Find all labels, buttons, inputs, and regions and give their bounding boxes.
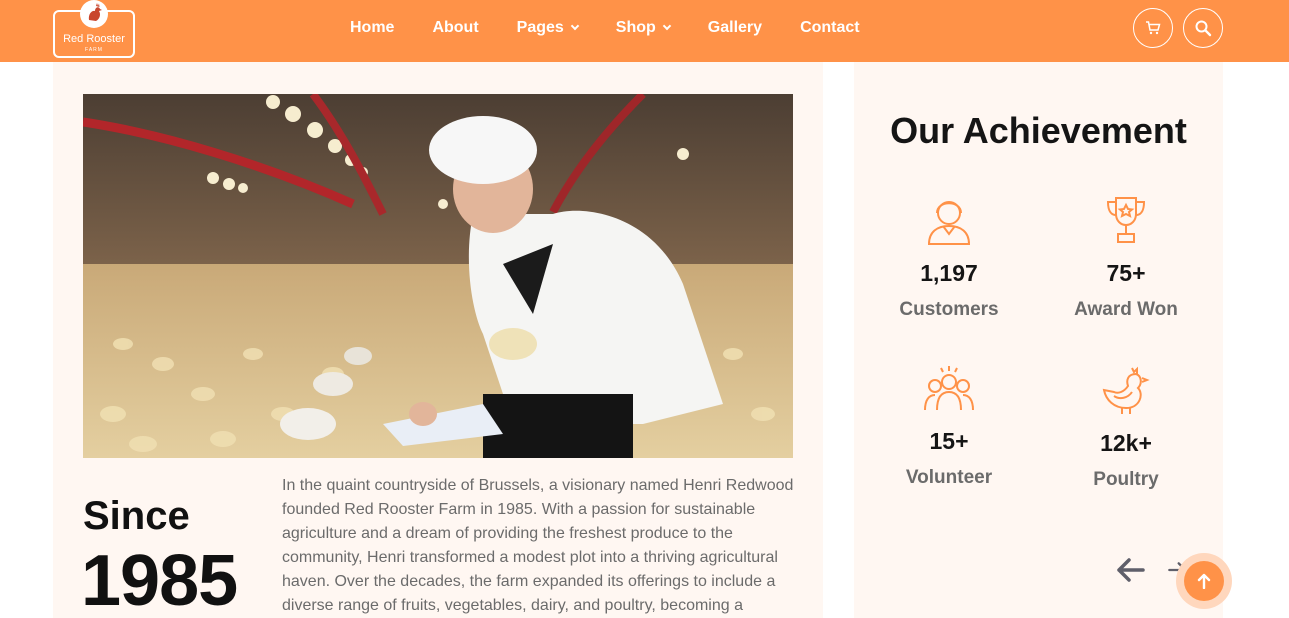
volunteer-icon — [924, 366, 974, 411]
nav-home-label: Home — [350, 19, 395, 36]
stat-volunteers: 15+ Volunteer — [864, 362, 1034, 489]
logo-text: Red Rooster — [63, 33, 125, 45]
chevron-down-icon — [662, 21, 672, 31]
achievements-title: Our Achievement — [890, 110, 1187, 151]
chevron-down-icon — [570, 21, 580, 31]
brand-logo[interactable]: Red Rooster FARM — [53, 0, 135, 58]
scroll-to-top-inner — [1184, 561, 1224, 601]
nav-shop[interactable]: Shop — [615, 19, 672, 37]
stat-volunteers-value: 15+ — [929, 428, 969, 454]
nav-about[interactable]: About — [432, 19, 478, 37]
stat-customers-label: Customers — [899, 299, 999, 320]
site-header: Red Rooster FARM Home About Pages Shop G… — [0, 0, 1289, 62]
carousel-prev-button[interactable] — [1112, 552, 1148, 588]
scroll-to-top-button[interactable] — [1176, 553, 1232, 609]
stat-customers-value: 1,197 — [920, 260, 978, 286]
farm-story-text: In the quaint countryside of Brussels, a… — [282, 477, 794, 614]
nav-gallery-label: Gallery — [707, 19, 763, 36]
arrow-up-icon — [1197, 573, 1211, 589]
nav-contact-label: Contact — [800, 19, 860, 36]
stat-poultry: 12k+ Poultry — [1041, 364, 1211, 491]
cart-icon — [1146, 21, 1161, 35]
nav-pages[interactable]: Pages — [516, 19, 580, 37]
nav-pages-label: Pages — [516, 19, 564, 36]
farmer-photo — [83, 94, 793, 458]
customer-icon — [927, 201, 971, 245]
rooster-icon — [80, 0, 108, 28]
stat-customers: 1,197 Customers — [864, 194, 1034, 321]
nav-contact[interactable]: Contact — [800, 19, 860, 37]
stat-volunteers-label: Volunteer — [905, 467, 993, 488]
nav-shop-label: Shop — [615, 19, 656, 36]
achievements-panel: Our Achievement 1,197 Customers 75+ Awar… — [854, 62, 1223, 618]
search-button[interactable] — [1183, 8, 1223, 48]
nav-gallery[interactable]: Gallery — [708, 19, 762, 37]
cart-button[interactable] — [1133, 8, 1173, 48]
hen-icon — [1102, 366, 1150, 414]
search-icon — [1195, 20, 1212, 37]
stat-poultry-label: Poultry — [1093, 469, 1159, 490]
main-nav: Home About Pages Shop Gallery Contact — [350, 0, 898, 56]
nav-about-label: About — [432, 19, 479, 36]
stat-poultry-value: 12k+ — [1100, 430, 1152, 456]
about-section: Since 1985 In the quaint countryside of … — [53, 62, 823, 618]
stat-awards-label: Award Won — [1074, 299, 1178, 320]
stat-awards: 75+ Award Won — [1041, 194, 1211, 321]
logo-subtext: FARM — [85, 47, 103, 53]
stat-awards-value: 75+ — [1106, 260, 1146, 286]
since-year: 1985 — [81, 541, 238, 618]
trophy-icon — [1106, 197, 1146, 243]
since-label: Since — [83, 494, 190, 538]
arrow-left-icon — [1117, 558, 1145, 582]
nav-home[interactable]: Home — [350, 19, 394, 37]
